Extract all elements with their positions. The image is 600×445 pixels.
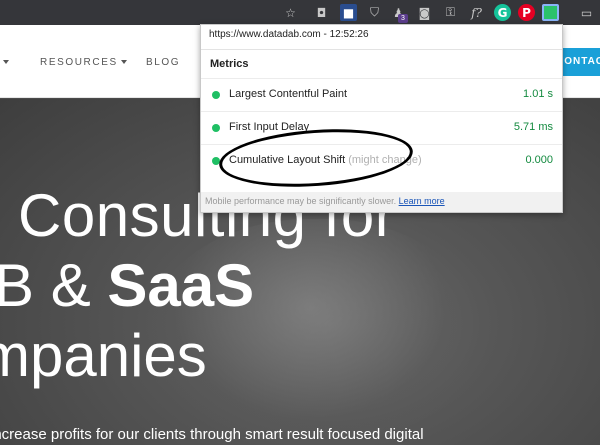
hero-headline-line2: B & SaaS xyxy=(0,251,254,320)
pinterest-icon[interactable]: P xyxy=(518,4,535,21)
popup-footer: Mobile performance may be significantly … xyxy=(201,192,562,212)
metric-row-cls: Cumulative Layout Shift (might change) 0… xyxy=(201,144,562,177)
adblock-icon[interactable]: ■ xyxy=(340,4,357,21)
metric-row-lcp: Largest Contentful Paint 1.01 s xyxy=(201,78,562,111)
nav-item-blog[interactable]: BLOG xyxy=(146,57,180,68)
cast-icon[interactable]: ▭ xyxy=(578,4,595,21)
camera-icon[interactable]: ◙ xyxy=(416,4,433,21)
pocket-icon[interactable]: ◘ xyxy=(313,4,330,21)
metric-value: 0.000 xyxy=(525,154,553,166)
footer-text: Mobile performance may be significantly … xyxy=(205,196,397,206)
metric-note: (might change) xyxy=(348,154,422,166)
grammarly-icon[interactable]: G xyxy=(494,4,511,21)
metric-row-fid: First Input Delay 5.71 ms xyxy=(201,111,562,144)
web-vitals-popup: https://www.datadab.com - 12:52:26 Metri… xyxy=(200,24,563,213)
metric-value: 1.01 s xyxy=(523,88,553,100)
browser-toolbar: ☆ ◘ ■ ⛉ ♟ 3 ◙ ⚿ f? G P ▭ xyxy=(0,0,600,25)
popup-divider xyxy=(201,49,562,50)
metric-name-wrapper: Cumulative Layout Shift (might change) xyxy=(229,154,422,166)
metric-name: First Input Delay xyxy=(229,121,310,133)
popup-url-time: https://www.datadab.com - 12:52:26 xyxy=(209,29,369,40)
nav-item-dropdown[interactable] xyxy=(0,57,9,68)
popup-title: Metrics xyxy=(210,58,249,70)
status-dot-icon xyxy=(212,157,220,165)
chevron-down-icon xyxy=(120,60,127,65)
footer-text-wrapper: Mobile performance may be significantly … xyxy=(205,196,445,206)
shield-icon[interactable]: ⛉ xyxy=(366,4,383,21)
hero-headline-prefix: B & xyxy=(0,252,108,319)
font-icon[interactable]: f? xyxy=(468,4,485,21)
extension-count-badge: 3 xyxy=(398,14,408,23)
bookmark-star-icon[interactable]: ☆ xyxy=(282,4,299,21)
hero-headline-bold: SaaS xyxy=(107,252,255,319)
metric-value: 5.71 ms xyxy=(513,121,553,133)
nav-item-resources[interactable]: RESOURCES xyxy=(40,57,127,68)
web-vitals-icon[interactable] xyxy=(542,4,559,21)
chevron-down-icon xyxy=(3,60,9,65)
hero-subtitle: increase profits for our clients through… xyxy=(0,426,424,443)
hero-headline-line3: mpanies xyxy=(0,322,207,389)
metric-name: Cumulative Layout Shift xyxy=(229,154,346,166)
metric-name: Largest Contentful Paint xyxy=(229,88,348,100)
learn-more-link[interactable]: Learn more xyxy=(399,196,445,206)
status-dot-icon xyxy=(212,91,220,99)
status-dot-icon xyxy=(212,124,220,132)
lock-icon[interactable]: ⚿ xyxy=(442,4,459,21)
nav-item-label: RESOURCES xyxy=(40,57,118,68)
